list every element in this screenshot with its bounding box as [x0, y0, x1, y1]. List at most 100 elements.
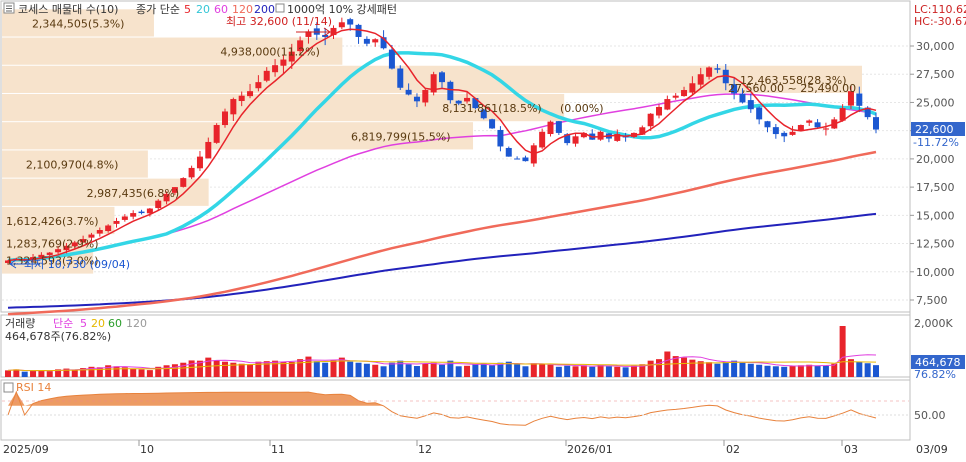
candle-body	[188, 167, 195, 178]
price-tick-label: 7,500	[916, 294, 948, 307]
volume-bar	[622, 367, 629, 377]
volume-bar	[372, 364, 379, 377]
candle-body	[772, 127, 779, 135]
candle-body	[781, 132, 788, 137]
volume-bar	[238, 363, 245, 377]
volume-bar	[272, 360, 279, 377]
volume-bar	[96, 367, 103, 377]
volume-bar	[564, 365, 571, 377]
candle-body	[764, 121, 771, 128]
pct-label: (0.00%)	[560, 102, 604, 115]
candle-body	[522, 157, 529, 162]
pattern-checkbox[interactable]	[275, 3, 285, 13]
rsi-checkbox[interactable]	[3, 382, 14, 393]
profile-label: 4,938,000(11.2%)	[220, 46, 320, 59]
volume-bar	[539, 363, 546, 377]
candle-body	[238, 95, 245, 102]
volume-bar	[681, 357, 688, 377]
volume-bar	[756, 364, 763, 377]
candle-body	[155, 200, 162, 209]
volume-bar	[597, 364, 604, 377]
volume-bar	[439, 364, 445, 377]
candle-body	[405, 89, 412, 95]
volume-bar	[380, 366, 387, 377]
price-tick-label: 17,500	[916, 181, 955, 194]
volume-bar	[46, 371, 53, 377]
volume-bar	[689, 359, 696, 377]
candle-body	[213, 125, 220, 143]
candle-body	[138, 211, 145, 214]
volume-bar	[347, 361, 354, 377]
volume-legend-ma5: 5	[80, 317, 87, 330]
volume-bar	[222, 361, 228, 377]
candle-body	[205, 141, 212, 159]
volume-bar	[797, 365, 804, 377]
volume-bar	[388, 362, 395, 377]
high-annotation: 최고 32,600 (11/14)	[226, 15, 332, 28]
volume-bar	[363, 363, 370, 377]
volume-bar	[589, 366, 596, 377]
ma200-legend: 200	[254, 3, 275, 16]
volume-bar	[739, 362, 746, 377]
volume-bar	[547, 364, 554, 377]
candle-body	[422, 90, 429, 103]
current-change: -11.72%	[913, 136, 959, 149]
candle-body	[439, 72, 445, 83]
date-label: 10	[140, 443, 154, 456]
candle-body	[789, 131, 796, 135]
candle-body	[96, 230, 103, 234]
candle-body	[363, 38, 370, 44]
volume-bar	[322, 362, 329, 377]
volume-bar	[580, 365, 587, 377]
volume-bar	[30, 370, 37, 377]
volume-bar	[514, 364, 521, 377]
volume-bar	[822, 365, 829, 377]
volume-bar	[656, 359, 662, 377]
volume-bar	[781, 366, 788, 377]
current-price: 22,600	[915, 123, 954, 136]
volume-bar	[330, 360, 337, 377]
candle-body	[689, 83, 696, 93]
volume-bar	[288, 361, 295, 377]
candle-body	[672, 95, 679, 98]
profile-label: 2,344,505(5.3%)	[32, 17, 125, 30]
price-tick-label: 20,000	[916, 153, 955, 166]
candle-body	[464, 97, 471, 102]
ma20-legend: 20	[196, 3, 210, 16]
volume-bar	[171, 364, 178, 377]
profile-label: 2,100,970(4.8%)	[26, 159, 119, 172]
candle-body	[388, 49, 395, 69]
candle-body	[347, 19, 354, 25]
volume-bar	[873, 365, 879, 377]
candle-body	[806, 120, 813, 123]
date-label: 02	[726, 443, 740, 456]
volume-bar	[722, 361, 729, 377]
volume-bar	[572, 366, 579, 377]
volume-bar	[455, 366, 462, 377]
chart-canvas[interactable]: 30,00027,50025,00022,50020,00017,50015,0…	[0, 0, 966, 458]
volume-bar	[146, 370, 153, 377]
profile-label: 1,612,426(3.7%)	[6, 215, 99, 228]
stock-chart-window: 30,00027,50025,00022,50020,00017,50015,0…	[0, 0, 966, 458]
date-label: 2025/09	[3, 443, 49, 456]
candle-body	[497, 129, 504, 147]
candle-body	[272, 65, 279, 73]
volume-bar	[789, 366, 796, 377]
candle-body	[113, 220, 120, 224]
volume-bar	[489, 365, 496, 377]
candle-body	[372, 39, 379, 43]
price-tick-label: 30,000	[916, 40, 955, 53]
volume-bar	[5, 370, 11, 377]
pattern-legend: 1000억 10% 강세패턴	[287, 3, 397, 16]
candle-body	[413, 96, 420, 102]
volume-legend-ma120: 120	[126, 317, 147, 330]
volume-bar	[130, 368, 137, 377]
rsi-title: RSI 14	[16, 381, 51, 394]
candle-body	[597, 131, 604, 140]
candle-body	[130, 213, 137, 217]
ma-legend-label: 종가 단순	[136, 3, 180, 16]
candle-body	[447, 81, 454, 101]
candle-body	[647, 113, 654, 127]
candle-body	[355, 24, 362, 37]
rsi-panel[interactable]	[0, 379, 911, 441]
